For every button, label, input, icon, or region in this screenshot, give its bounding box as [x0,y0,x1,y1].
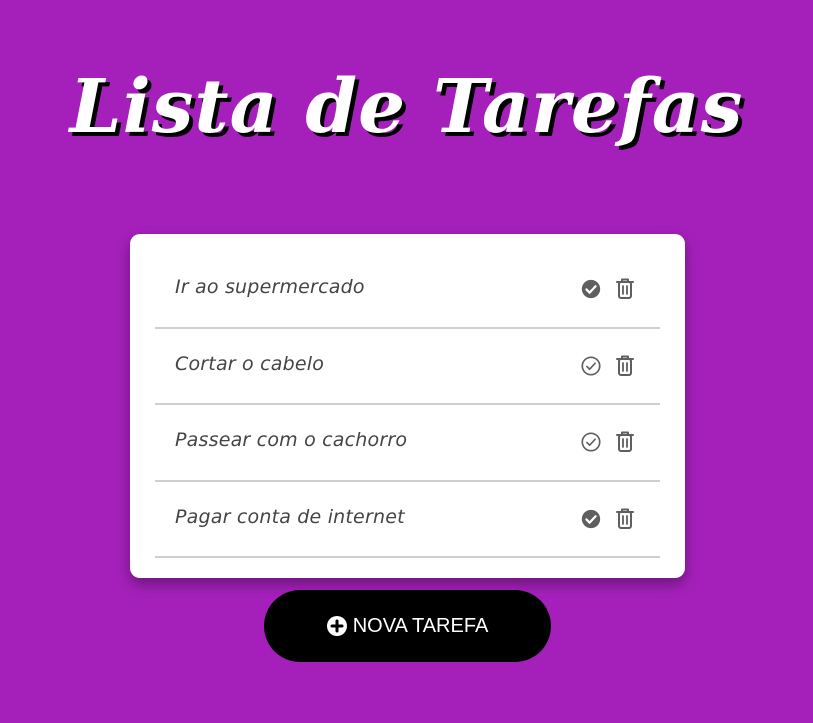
trash-icon[interactable] [614,276,636,300]
task-item: Pagar conta de internet [155,482,660,558]
check-circle-outline-icon[interactable] [580,355,602,377]
check-circle-filled-icon[interactable] [580,508,602,530]
task-item: Ir ao supermercado [155,252,660,329]
task-text: Ir ao supermercado [175,276,365,298]
page-title: Lista de Tarefas [69,64,744,150]
trash-icon[interactable] [614,506,636,530]
check-circle-filled-icon[interactable] [580,278,602,300]
trash-icon[interactable] [614,429,636,453]
task-item: Cortar o cabelo [155,329,660,405]
new-task-label: NOVA TAREFA [352,614,489,637]
plus-circle-icon [326,616,347,636]
new-task-button[interactable]: NOVA TAREFA [264,590,551,662]
task-text: Passear com o cachorro [175,429,408,451]
task-item: Passear com o cachorro [155,405,660,482]
task-text: Cortar o cabelo [175,352,325,375]
trash-icon[interactable] [614,353,636,377]
task-list-card: Ir ao supermercado Cortar o cabelo Passe… [130,234,685,578]
task-text: Pagar conta de internet [175,505,405,528]
check-circle-outline-icon[interactable] [580,431,602,453]
